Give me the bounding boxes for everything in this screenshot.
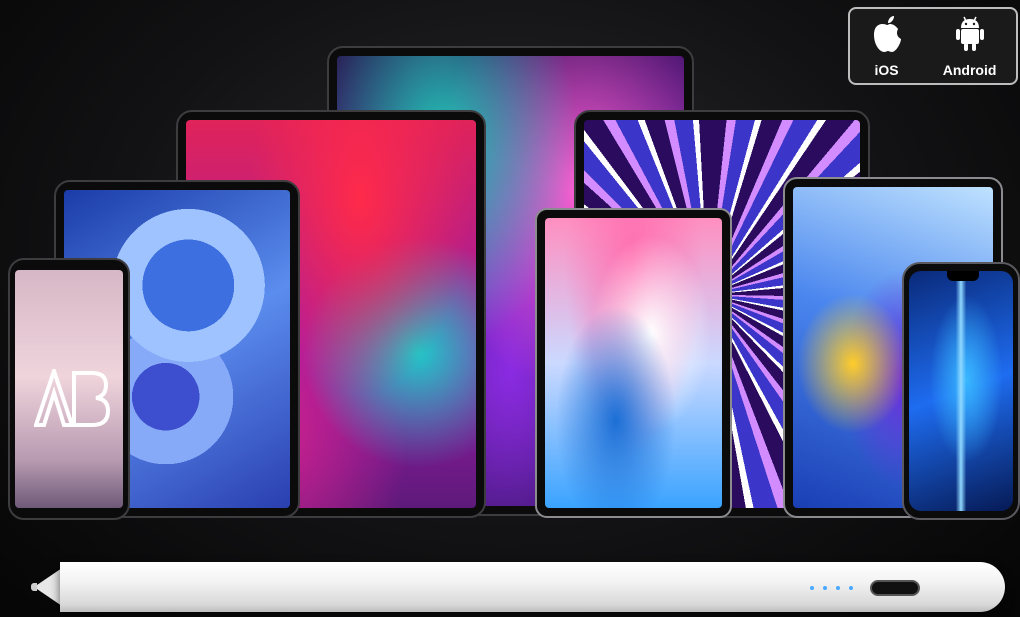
apple-icon bbox=[870, 15, 904, 58]
ios-compatibility: iOS bbox=[870, 15, 904, 78]
battery-indicator-led bbox=[836, 586, 840, 590]
android-compatibility: Android bbox=[942, 15, 997, 78]
stylus-pencil bbox=[60, 562, 1005, 612]
battery-indicator-led bbox=[810, 586, 814, 590]
usb-c-port bbox=[870, 580, 920, 596]
android-label: Android bbox=[942, 61, 997, 78]
ios-label: iOS bbox=[874, 61, 899, 78]
android-icon bbox=[953, 15, 987, 58]
tablet-clouds bbox=[535, 208, 732, 518]
battery-indicator-led bbox=[823, 586, 827, 590]
phone-left bbox=[8, 258, 130, 520]
pencil-tip bbox=[34, 568, 62, 606]
product-scene bbox=[0, 0, 1020, 617]
app-logo bbox=[33, 368, 113, 428]
compatibility-badge: iOS Android bbox=[848, 7, 1018, 85]
pencil-nib bbox=[31, 583, 37, 591]
phone-right bbox=[902, 262, 1020, 520]
battery-indicator-led bbox=[849, 586, 853, 590]
